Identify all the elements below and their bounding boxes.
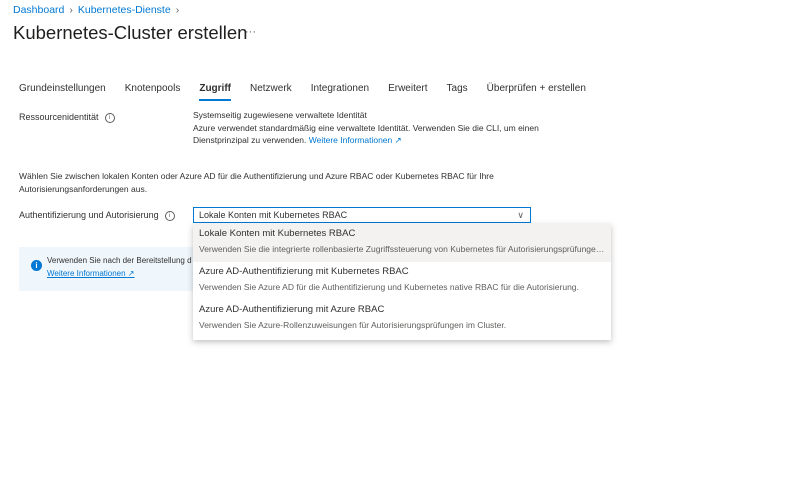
breadcrumb-kubernetes-services[interactable]: Kubernetes-Dienste	[78, 4, 171, 16]
tab-tags[interactable]: Tags	[447, 83, 468, 99]
option-azure-ad-azure-rbac[interactable]: Azure AD-Authentifizierung mit Azure RBA…	[193, 300, 611, 338]
info-learn-more-link[interactable]: Weitere Informationen ↗	[47, 269, 135, 278]
tab-integrations[interactable]: Integrationen	[311, 83, 369, 99]
chevron-right-icon: ›	[69, 4, 73, 16]
learn-more-text: Weitere Informationen	[308, 135, 393, 145]
tab-access[interactable]: Zugriff	[199, 83, 231, 101]
option-local-accounts-k8s-rbac[interactable]: Lokale Konten mit Kubernetes RBAC Verwend…	[193, 224, 611, 262]
external-link-icon: ↗	[394, 135, 402, 145]
auth-label-text: Authentifizierung und Autorisierung	[19, 210, 159, 220]
chevron-right-icon: ›	[175, 4, 180, 16]
option-desc: Verwenden Sie Azure-Rollenzuweisungen fü…	[199, 320, 507, 330]
auth-select[interactable]: Lokale Konten mit Kubernetes RBAC ∨	[193, 207, 531, 223]
resource-identity-label-text: Ressourcenidentität	[19, 112, 99, 122]
resource-identity-value: Systemseitig zugewiesene verwaltete Iden…	[193, 109, 543, 147]
auth-dropdown-list: Lokale Konten mit Kubernetes RBAC Verwend…	[193, 224, 611, 340]
option-title: Lokale Konten mit Kubernetes RBAC	[199, 228, 356, 239]
page-title: Kubernetes-Cluster erstellen	[13, 22, 248, 43]
option-title: Azure AD-Authentifizierung mit Kubernete…	[199, 266, 409, 277]
tab-advanced[interactable]: Erweitert	[388, 83, 427, 99]
option-desc: Verwenden Sie Azure AD für die Authentif…	[199, 282, 579, 292]
info-learn-more-text: Weitere Informationen	[47, 268, 126, 278]
breadcrumb-dashboard[interactable]: Dashboard	[13, 4, 64, 16]
info-banner-text: Verwenden Sie nach der Bereitstellung d	[47, 256, 192, 265]
tab-node-pools[interactable]: Knotenpools	[125, 83, 181, 99]
info-icon[interactable]: i	[164, 210, 175, 221]
breadcrumb: Dashboard › Kubernetes-Dienste ›	[13, 4, 184, 16]
option-azure-ad-k8s-rbac[interactable]: Azure AD-Authentifizierung mit Kubernete…	[193, 262, 611, 300]
auth-select-value: Lokale Konten mit Kubernetes RBAC	[199, 210, 348, 220]
more-options-button[interactable]: ···	[245, 26, 256, 38]
learn-more-link[interactable]: Weitere Informationen ↗	[309, 135, 402, 145]
option-desc: Verwenden Sie die integrierte rollenbasi…	[199, 244, 605, 254]
info-filled-icon: i	[31, 260, 42, 271]
tab-review-create[interactable]: Überprüfen + erstellen	[487, 83, 586, 99]
auth-intro: Wählen Sie zwischen lokalen Konten oder …	[19, 171, 494, 194]
info-icon[interactable]: i	[104, 112, 115, 123]
external-link-icon: ↗	[127, 268, 135, 278]
option-title: Azure AD-Authentifizierung mit Azure RBA…	[199, 304, 385, 315]
identity-line1: Systemseitig zugewiesene verwaltete Iden…	[193, 110, 367, 120]
resource-identity-label: Ressourcenidentität i	[19, 112, 115, 123]
tab-bar: Grundeinstellungen Knotenpools Zugriff N…	[19, 83, 605, 101]
auth-label: Authentifizierung und Autorisierung i	[19, 210, 175, 221]
tab-networking[interactable]: Netzwerk	[250, 83, 292, 99]
chevron-down-icon: ∨	[517, 210, 524, 220]
tab-basics[interactable]: Grundeinstellungen	[19, 83, 106, 99]
